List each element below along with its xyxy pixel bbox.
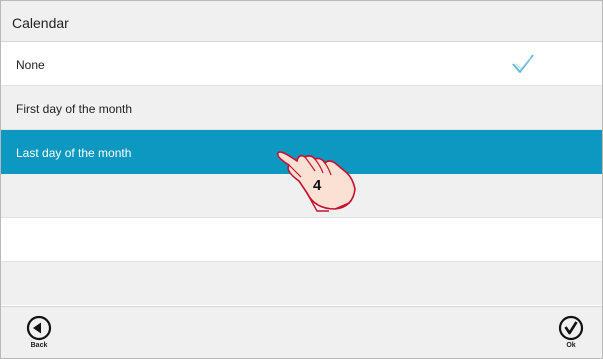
list-item-label: None xyxy=(16,58,45,72)
back-button[interactable]: Back xyxy=(19,315,59,358)
ok-label: Ok xyxy=(566,342,576,349)
ok-button[interactable]: Ok xyxy=(551,315,591,358)
list-item-first-day[interactable]: First day of the month xyxy=(1,86,602,130)
back-label: Back xyxy=(30,342,48,349)
ok-check-icon xyxy=(558,315,584,341)
dialog-footer: Back Ok xyxy=(1,306,602,358)
calendar-dialog: Calendar None First day of the month Las… xyxy=(0,0,603,359)
list-item-empty xyxy=(1,262,602,305)
dialog-header: Calendar xyxy=(1,1,602,42)
list-item-none[interactable]: None xyxy=(1,42,602,86)
page-title: Calendar xyxy=(12,15,69,31)
back-arrow-icon xyxy=(26,315,52,341)
step-number: 4 xyxy=(313,177,322,194)
list-item-label: Last day of the month xyxy=(16,146,132,160)
tap-hand-icon: 4 xyxy=(276,151,356,212)
list-item-label: First day of the month xyxy=(16,102,133,116)
list-item-empty xyxy=(1,218,602,262)
checkmark-icon xyxy=(512,54,534,73)
